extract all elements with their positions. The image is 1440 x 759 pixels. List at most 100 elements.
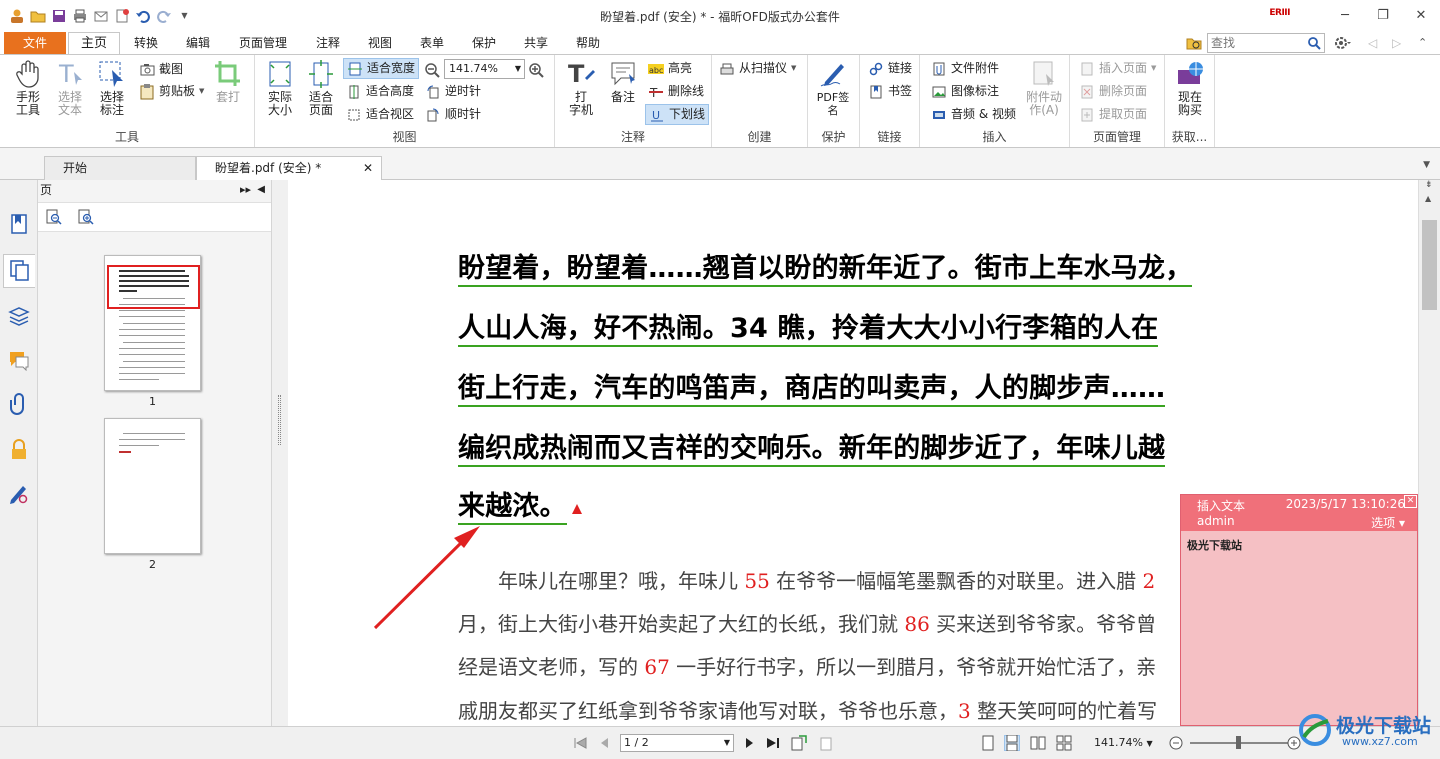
crop-button[interactable]: 套打 <box>208 59 248 104</box>
layers-panel-button[interactable] <box>3 300 35 334</box>
underlined-text-line[interactable]: 来越浓。 <box>458 484 567 525</box>
tab-view[interactable]: 视图 <box>360 32 400 54</box>
previous-page-icon[interactable] <box>596 735 612 751</box>
page-thumbnail-2[interactable] <box>104 418 201 554</box>
close-icon[interactable]: ✕ <box>1404 495 1417 508</box>
tab-help[interactable]: 帮助 <box>568 32 608 54</box>
underlined-text-line[interactable]: 人山人海，好不热闹。34 瞧，拎着大大小小行李箱的人在 <box>458 306 1159 347</box>
highlight-button[interactable]: abc 高亮 <box>645 58 695 79</box>
select-annotation-button[interactable]: 选择 标注 <box>92 59 132 117</box>
popup-content[interactable]: 极光下载站 <box>1187 537 1242 553</box>
search-icon[interactable] <box>1307 36 1321 53</box>
actual-size-button[interactable]: 实际 大小 <box>260 59 300 117</box>
pages-panel-button[interactable] <box>3 254 35 288</box>
tab-file[interactable]: 文件 <box>4 32 66 54</box>
continuous-facing-view-icon[interactable] <box>1056 735 1072 751</box>
comments-panel-button[interactable] <box>3 344 35 378</box>
fit-page-button[interactable]: 适合 页面 <box>301 59 341 117</box>
tab-comment[interactable]: 注释 <box>308 32 348 54</box>
tab-start[interactable]: 开始 <box>44 156 196 180</box>
underlined-text-line[interactable]: 街上行走，汽车的鸣笛声，商店的叫卖声，人的脚步声…… <box>458 366 1166 407</box>
rotate-ccw-button[interactable]: 逆时针 <box>422 81 484 102</box>
tab-convert[interactable]: 转换 <box>126 32 166 54</box>
search-field[interactable] <box>1207 33 1325 53</box>
page-number-field[interactable]: 1 / 2 ▼ <box>620 734 734 752</box>
page-thumbnail-1[interactable] <box>104 255 201 391</box>
single-page-view-icon[interactable] <box>980 735 996 751</box>
tab-document[interactable]: 盼望着.pdf (安全) * ✕ <box>196 156 382 181</box>
file-attachment-button[interactable]: 文件附件 <box>928 58 1002 79</box>
snapshot-button[interactable]: 截图 <box>136 59 186 80</box>
fit-visible-button[interactable]: 适合视区 <box>343 104 417 125</box>
clipboard-button[interactable]: 剪贴板 ▼ <box>136 81 207 102</box>
attachment-action-button[interactable]: 附件动 作(A) <box>1024 59 1064 117</box>
find-folder-icon[interactable] <box>1186 35 1202 54</box>
scroll-up-icon[interactable]: ▲ <box>1425 194 1431 203</box>
hand-tool-button[interactable]: 手形 工具 <box>8 59 48 117</box>
insert-page-button[interactable]: 插入页面 ▼ <box>1076 58 1159 79</box>
rotate-cw-button[interactable]: 顺时针 <box>422 104 484 125</box>
zoom-out-thumbnails-icon[interactable] <box>46 209 62 228</box>
select-text-button[interactable]: T 选择 文本 <box>50 59 90 117</box>
next-view-icon[interactable] <box>817 735 833 751</box>
attachments-panel-button[interactable] <box>3 388 35 422</box>
bookmark-button[interactable]: 书签 <box>865 81 915 102</box>
image-annotation-button[interactable]: 图像标注 <box>928 81 1002 102</box>
body-text-line[interactable]: 戚朋友都买了红纸拿到爷爷家请他写对联，爷爷也乐意，3 整天笑呵呵的忙着写 <box>458 695 1157 724</box>
minimize-button[interactable]: ─ <box>1326 0 1364 30</box>
gear-icon[interactable] <box>1333 35 1351 54</box>
underline-button[interactable]: U 下划线 <box>645 104 710 125</box>
typewriter-button[interactable]: T 打 字机 <box>561 59 601 117</box>
last-page-icon[interactable] <box>765 735 781 751</box>
buy-now-button[interactable]: 现在 购买 <box>1170 59 1210 117</box>
scroll-thumb[interactable] <box>1422 220 1437 310</box>
split-view-icon[interactable]: ⇟ <box>1425 180 1433 190</box>
tab-page-management[interactable]: 页面管理 <box>230 32 296 54</box>
panel-options-icon[interactable]: ▸▸ <box>240 180 251 200</box>
search-input[interactable] <box>1208 34 1303 52</box>
popup-header[interactable]: 插入文本 2023/5/17 13:10:26 admin 选项 ▾ ✕ <box>1181 495 1417 531</box>
bookmarks-panel-button[interactable] <box>3 208 35 242</box>
restore-button[interactable]: ❐ <box>1364 0 1402 30</box>
fit-width-button[interactable]: 适合宽度 <box>343 58 420 79</box>
strikeout-button[interactable]: T 删除线 <box>645 81 707 102</box>
body-text-line[interactable]: 月，街上大街小巷开始卖起了大红的长纸，我们就 86 买来送到爷爷家。爷爷曾 <box>458 608 1156 637</box>
vertical-scrollbar[interactable]: ⇟ ▲ <box>1418 180 1440 726</box>
first-page-icon[interactable] <box>572 735 588 751</box>
previous-result-icon[interactable]: ◁ <box>1368 36 1377 50</box>
underlined-text-line[interactable]: 盼望着，盼望着……翘首以盼的新年近了。街市上车水马龙， <box>458 246 1193 287</box>
note-button[interactable]: 备注 <box>603 59 643 104</box>
comment-popup[interactable]: 插入文本 2023/5/17 13:10:26 admin 选项 ▾ ✕ 极光下… <box>1180 494 1418 726</box>
panel-splitter[interactable] <box>271 180 288 726</box>
tab-home[interactable]: 主页 <box>68 32 120 55</box>
body-text-line[interactable]: 年味儿在哪里？哦，年味儿 55 在爷爷一幅幅笔墨飘香的对联里。进入腊 2 <box>458 565 1155 594</box>
zoom-in-thumbnails-icon[interactable] <box>78 209 94 228</box>
next-page-icon[interactable] <box>742 735 758 751</box>
pdf-sign-button[interactable]: PDF签 名 <box>813 59 853 117</box>
link-button[interactable]: 链接 <box>865 58 915 79</box>
next-result-icon[interactable]: ▷ <box>1392 36 1401 50</box>
tab-list-icon[interactable]: ▼ <box>1423 160 1430 170</box>
insert-text-caret-icon[interactable] <box>570 502 584 516</box>
audio-video-button[interactable]: 音频 & 视频 <box>928 104 1019 125</box>
zoom-in-icon[interactable] <box>528 62 544 81</box>
zoom-out-icon[interactable] <box>1168 735 1184 751</box>
previous-view-icon[interactable] <box>791 735 807 751</box>
visible-area-indicator[interactable] <box>107 265 200 309</box>
delete-page-button[interactable]: 删除页面 <box>1076 81 1150 102</box>
from-scanner-button[interactable]: 从扫描仪 ▼ <box>716 58 799 79</box>
tab-form[interactable]: 表单 <box>412 32 452 54</box>
tab-share[interactable]: 共享 <box>516 32 556 54</box>
collapse-ribbon-icon[interactable]: ⌃ <box>1418 36 1427 49</box>
facing-view-icon[interactable] <box>1030 735 1046 751</box>
status-zoom-value[interactable]: 141.74% ▼ <box>1094 736 1153 749</box>
popup-options[interactable]: 选项 ▾ <box>1371 514 1405 531</box>
tab-protect[interactable]: 保护 <box>464 32 504 54</box>
zoom-level-select[interactable]: 141.74% ▼ <box>444 59 525 79</box>
collapse-panel-icon[interactable]: ◀ <box>257 180 265 200</box>
tab-edit[interactable]: 编辑 <box>178 32 218 54</box>
continuous-view-icon[interactable] <box>1004 735 1020 751</box>
close-button[interactable]: ✕ <box>1402 0 1440 30</box>
zoom-slider-handle[interactable] <box>1236 736 1241 749</box>
security-panel-button[interactable] <box>3 434 35 468</box>
